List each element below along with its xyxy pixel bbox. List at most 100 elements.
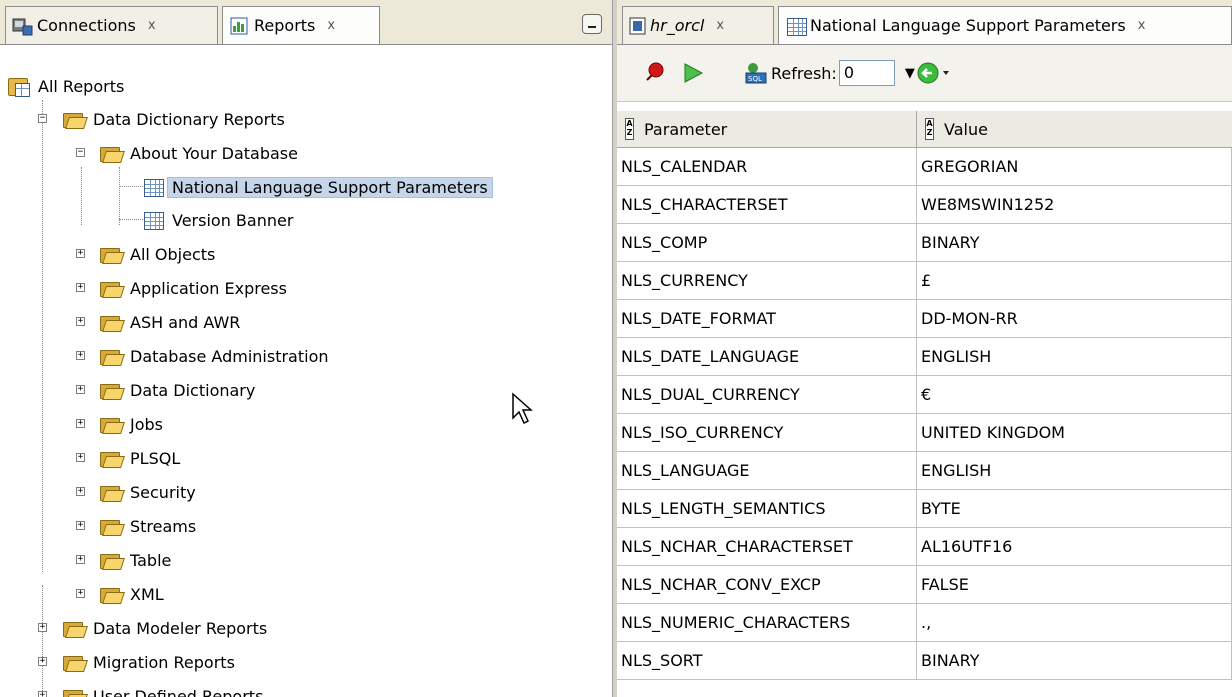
parameter-cell[interactable]: NLS_DUAL_CURRENCY bbox=[617, 376, 917, 414]
tab-hr-orcl[interactable]: hr_orcl x bbox=[622, 6, 774, 44]
close-icon[interactable]: x bbox=[148, 18, 156, 33]
value-cell[interactable]: AL16UTF16 bbox=[917, 528, 1232, 566]
tab-nls-parameters[interactable]: National Language Support Parameters x bbox=[778, 6, 1232, 44]
tree-node-all-objects[interactable]: All Objects bbox=[100, 237, 219, 271]
tab-reports-label: Reports bbox=[254, 16, 316, 35]
value-cell[interactable]: WE8MSWIN1252 bbox=[917, 186, 1232, 224]
tree-node-label: User Defined Reports bbox=[93, 686, 264, 697]
expand-icon[interactable]: + bbox=[76, 351, 85, 360]
tree-node-streams[interactable]: Streams bbox=[100, 509, 200, 543]
tab-connections[interactable]: Connections x bbox=[5, 6, 218, 44]
tree-node-data-dictionary-reports[interactable]: Data Dictionary Reports bbox=[63, 102, 289, 136]
refresh-interval-select[interactable]: 0 ▼ bbox=[838, 60, 915, 86]
tree-node-ash-awr[interactable]: ASH and AWR bbox=[100, 305, 244, 339]
report-toolbar: SQL Refresh: 0 ▼ bbox=[617, 45, 1232, 102]
minimize-button[interactable] bbox=[582, 14, 602, 34]
parameter-cell[interactable]: NLS_ISO_CURRENCY bbox=[617, 414, 917, 452]
tree-node-all-reports[interactable]: All Reports bbox=[8, 69, 128, 103]
tree-node-data-modeler-reports[interactable]: Data Modeler Reports bbox=[63, 611, 271, 645]
value-cell[interactable]: ., bbox=[917, 604, 1232, 642]
tree-node-about-your-database[interactable]: About Your Database bbox=[100, 136, 302, 170]
expand-icon[interactable]: + bbox=[76, 317, 85, 326]
tree-node-user-defined-reports[interactable]: User Defined Reports bbox=[63, 679, 267, 697]
tree-connector bbox=[119, 219, 143, 220]
tree-node-label: Streams bbox=[130, 516, 197, 536]
value-cell[interactable]: GREGORIAN bbox=[917, 148, 1232, 186]
sql-icon[interactable]: SQL bbox=[743, 61, 769, 85]
value-cell[interactable]: BINARY bbox=[917, 642, 1232, 680]
tab-nls-label: National Language Support Parameters bbox=[810, 16, 1126, 35]
close-icon[interactable]: x bbox=[1138, 18, 1146, 33]
expand-icon[interactable]: + bbox=[76, 453, 85, 462]
tree-node-label: All Reports bbox=[38, 76, 125, 96]
tree-node-label: Data Dictionary Reports bbox=[93, 109, 285, 129]
back-navigation-icon[interactable] bbox=[917, 45, 951, 101]
tree-node-plsql[interactable]: PLSQL bbox=[100, 441, 184, 475]
parameter-cell[interactable]: NLS_SORT bbox=[617, 642, 917, 680]
value-cell[interactable]: £ bbox=[917, 262, 1232, 300]
value-cell[interactable]: FALSE bbox=[917, 566, 1232, 604]
folder-icon bbox=[100, 586, 125, 604]
column-header-value[interactable]: AZ Value bbox=[917, 111, 1232, 148]
column-header-parameter[interactable]: AZ Parameter bbox=[617, 111, 917, 148]
parameter-cell[interactable]: NLS_LANGUAGE bbox=[617, 452, 917, 490]
tree-node-database-administration[interactable]: Database Administration bbox=[100, 339, 333, 373]
tree-node-jobs[interactable]: Jobs bbox=[100, 407, 167, 441]
expand-icon[interactable]: + bbox=[76, 555, 85, 564]
tree-node-label: XML bbox=[130, 584, 164, 604]
value-cell[interactable]: BYTE bbox=[917, 490, 1232, 528]
value-cell[interactable]: ENGLISH bbox=[917, 452, 1232, 490]
expand-icon[interactable]: + bbox=[76, 283, 85, 292]
expand-icon[interactable]: + bbox=[76, 249, 85, 258]
parameter-cell[interactable]: NLS_NCHAR_CHARACTERSET bbox=[617, 528, 917, 566]
tree-node-table[interactable]: Table bbox=[100, 543, 175, 577]
parameter-cell[interactable]: NLS_NUMERIC_CHARACTERS bbox=[617, 604, 917, 642]
close-icon[interactable]: x bbox=[327, 18, 335, 33]
tree-node-migration-reports[interactable]: Migration Reports bbox=[63, 645, 239, 679]
expand-icon[interactable]: + bbox=[76, 521, 85, 530]
chevron-down-icon[interactable]: ▼ bbox=[905, 66, 915, 81]
close-icon[interactable]: x bbox=[716, 18, 724, 33]
tree-node-nls-parameters[interactable]: National Language Support Parameters bbox=[142, 170, 493, 204]
refresh-value[interactable]: 0 bbox=[838, 60, 895, 86]
expand-icon[interactable]: + bbox=[76, 419, 85, 428]
value-cell[interactable]: DD-MON-RR bbox=[917, 300, 1232, 338]
right-tab-bar: hr_orcl x National Language Support Para… bbox=[617, 0, 1232, 45]
tree-node-label: Application Express bbox=[130, 278, 287, 298]
tree-node-security[interactable]: Security bbox=[100, 475, 200, 509]
parameter-cell[interactable]: NLS_CHARACTERSET bbox=[617, 186, 917, 224]
collapse-icon[interactable]: − bbox=[38, 114, 47, 123]
tree-node-data-dictionary[interactable]: Data Dictionary bbox=[100, 373, 259, 407]
tree-node-label: Data Dictionary bbox=[130, 380, 256, 400]
tree-node-version-banner[interactable]: Version Banner bbox=[142, 203, 297, 237]
folder-icon bbox=[100, 552, 125, 570]
parameter-cell[interactable]: NLS_CALENDAR bbox=[617, 148, 917, 186]
value-cell[interactable]: ENGLISH bbox=[917, 338, 1232, 376]
svg-text:SQL: SQL bbox=[748, 75, 762, 83]
run-icon[interactable] bbox=[681, 45, 705, 101]
expand-icon[interactable]: + bbox=[76, 487, 85, 496]
parameter-cell[interactable]: NLS_LENGTH_SEMANTICS bbox=[617, 490, 917, 528]
tree-node-application-express[interactable]: Application Express bbox=[100, 271, 291, 305]
expand-icon[interactable]: + bbox=[38, 691, 47, 697]
expand-icon[interactable]: + bbox=[76, 589, 85, 598]
expand-icon[interactable]: + bbox=[76, 385, 85, 394]
value-cell[interactable]: UNITED KINGDOM bbox=[917, 414, 1232, 452]
folder-icon bbox=[63, 688, 88, 697]
value-cell[interactable]: € bbox=[917, 376, 1232, 414]
pin-icon[interactable] bbox=[641, 45, 667, 101]
tab-reports[interactable]: Reports x bbox=[222, 6, 380, 44]
expand-icon[interactable]: + bbox=[38, 657, 47, 666]
tree-node-xml[interactable]: XML bbox=[100, 577, 168, 611]
connections-icon bbox=[12, 16, 34, 36]
tree-node-label: Data Modeler Reports bbox=[93, 618, 268, 638]
parameter-cell[interactable]: NLS_DATE_LANGUAGE bbox=[617, 338, 917, 376]
value-cell[interactable]: BINARY bbox=[917, 224, 1232, 262]
parameter-cell[interactable]: NLS_COMP bbox=[617, 224, 917, 262]
parameter-cell[interactable]: NLS_CURRENCY bbox=[617, 262, 917, 300]
expand-icon[interactable]: + bbox=[38, 623, 47, 632]
tree-node-label: PLSQL bbox=[130, 448, 181, 468]
collapse-icon[interactable]: − bbox=[76, 148, 85, 157]
parameter-cell[interactable]: NLS_NCHAR_CONV_EXCP bbox=[617, 566, 917, 604]
parameter-cell[interactable]: NLS_DATE_FORMAT bbox=[617, 300, 917, 338]
